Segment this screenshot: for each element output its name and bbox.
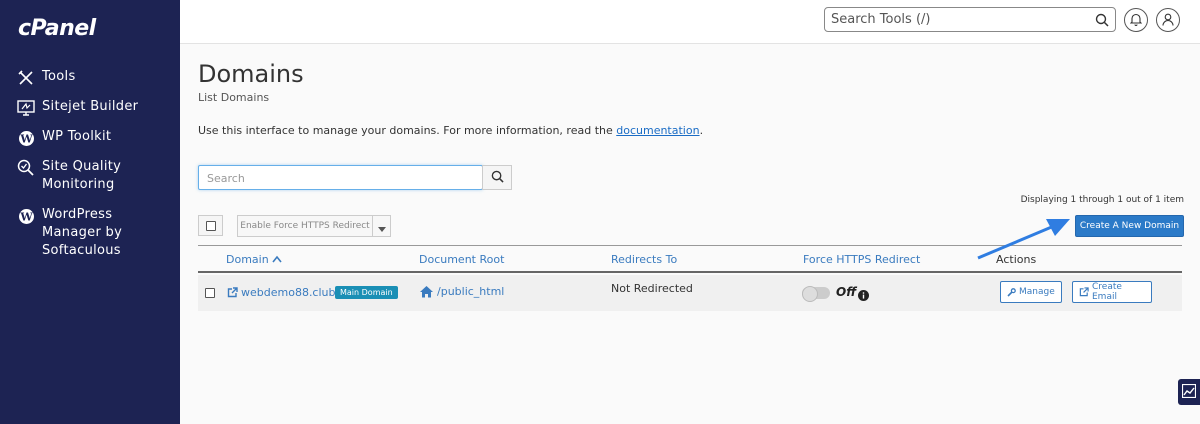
column-header-force-https[interactable]: Force HTTPS Redirect [803, 253, 920, 266]
sidebar-item-label: Tools [42, 69, 76, 84]
document-root-path: /public_html [437, 285, 505, 298]
manage-label: Manage [1019, 287, 1055, 297]
domain-link[interactable]: webdemo88.club [227, 286, 336, 299]
notifications-button[interactable] [1124, 8, 1148, 32]
chart-icon [1181, 383, 1197, 402]
search-icon[interactable] [1095, 12, 1109, 31]
wordpress-icon: W [16, 128, 36, 148]
sidebar-item-label: Sitejet Builder [42, 99, 139, 114]
manage-button[interactable]: Manage [1000, 281, 1062, 303]
top-bar [180, 0, 1200, 44]
intro-text: Use this interface to manage your domain… [198, 124, 703, 137]
search-icon [491, 168, 504, 187]
site-quality-icon [16, 158, 36, 178]
search-tools-field[interactable] [824, 7, 1116, 32]
external-link-icon [227, 287, 238, 298]
https-options-dropdown[interactable] [372, 215, 391, 237]
info-icon[interactable] [858, 286, 869, 305]
analytics-widget-button[interactable] [1178, 379, 1200, 405]
intro-period: . [699, 124, 704, 137]
caret-down-icon [377, 217, 386, 236]
sidebar-item-wordpress-manager[interactable]: W WordPress Manager by Softaculous [16, 206, 162, 260]
sidebar-item-tools[interactable]: Tools [16, 68, 76, 88]
https-state-label: Off [836, 285, 857, 299]
search-button[interactable] [482, 165, 512, 190]
main-content: Domains List Domains Use this interface … [180, 44, 1200, 424]
column-header-redirects[interactable]: Redirects To [611, 253, 677, 266]
svg-text:W: W [19, 210, 33, 223]
wrench-icon [1007, 287, 1016, 297]
domain-name: webdemo88.club [241, 286, 336, 299]
enable-force-https-button[interactable]: Enable Force HTTPS Redirect [237, 215, 373, 237]
user-icon [1162, 11, 1174, 30]
wordpress-icon: W [16, 206, 36, 226]
column-header-label: Domain [226, 253, 269, 266]
documentation-link[interactable]: documentation [616, 124, 699, 137]
external-link-icon [1079, 287, 1089, 297]
sidebar-item-label: WP Toolkit [42, 129, 112, 144]
home-icon [419, 285, 434, 298]
sidebar-item-label: Site Quality Monitoring [42, 159, 122, 192]
intro-sentence: Use this interface to manage your domain… [198, 124, 617, 137]
user-menu-button[interactable] [1156, 8, 1180, 32]
sidebar-item-site-quality[interactable]: Site Quality Monitoring [16, 158, 162, 194]
sidebar: cPanel Tools Sitejet Builder W WP Toolki… [0, 0, 180, 424]
tools-icon [16, 68, 36, 88]
cpanel-logo[interactable]: cPanel [18, 16, 96, 41]
svg-text:W: W [19, 132, 33, 145]
sort-ascending-icon [272, 253, 282, 266]
domain-search-input[interactable] [207, 170, 467, 186]
sidebar-item-wp-toolkit[interactable]: W WP Toolkit [16, 128, 111, 148]
table-header: Domain Document Root Redirects To Force … [198, 245, 1182, 273]
column-header-actions: Actions [996, 253, 1037, 266]
row-checkbox[interactable] [205, 288, 215, 298]
search-tools-input[interactable] [831, 11, 1091, 28]
select-all-checkbox[interactable] [198, 215, 223, 236]
column-header-domain[interactable]: Domain [226, 253, 282, 266]
domain-search-field[interactable] [198, 165, 483, 190]
main-domain-badge: Main Domain [335, 286, 398, 299]
sidebar-item-label: WordPress Manager by Softaculous [42, 207, 123, 258]
page-title: Domains [198, 60, 304, 88]
create-domain-button[interactable]: Create A New Domain [1075, 215, 1184, 237]
sitejet-icon [16, 98, 36, 118]
table-row: webdemo88.club Main Domain /public_html … [198, 275, 1182, 311]
create-email-button[interactable]: Create Email [1072, 281, 1152, 303]
force-https-toggle[interactable] [802, 286, 830, 302]
pagination-summary: Displaying 1 through 1 out of 1 item [1020, 195, 1184, 205]
checkbox-box [205, 220, 216, 231]
redirect-status: Not Redirected [611, 282, 693, 295]
page-subtitle: List Domains [198, 91, 270, 104]
create-email-label: Create Email [1092, 282, 1122, 302]
document-root-link[interactable]: /public_html [419, 285, 504, 298]
sidebar-item-sitejet-builder[interactable]: Sitejet Builder [16, 98, 138, 118]
column-header-document-root[interactable]: Document Root [419, 253, 504, 266]
bell-icon [1129, 11, 1143, 30]
